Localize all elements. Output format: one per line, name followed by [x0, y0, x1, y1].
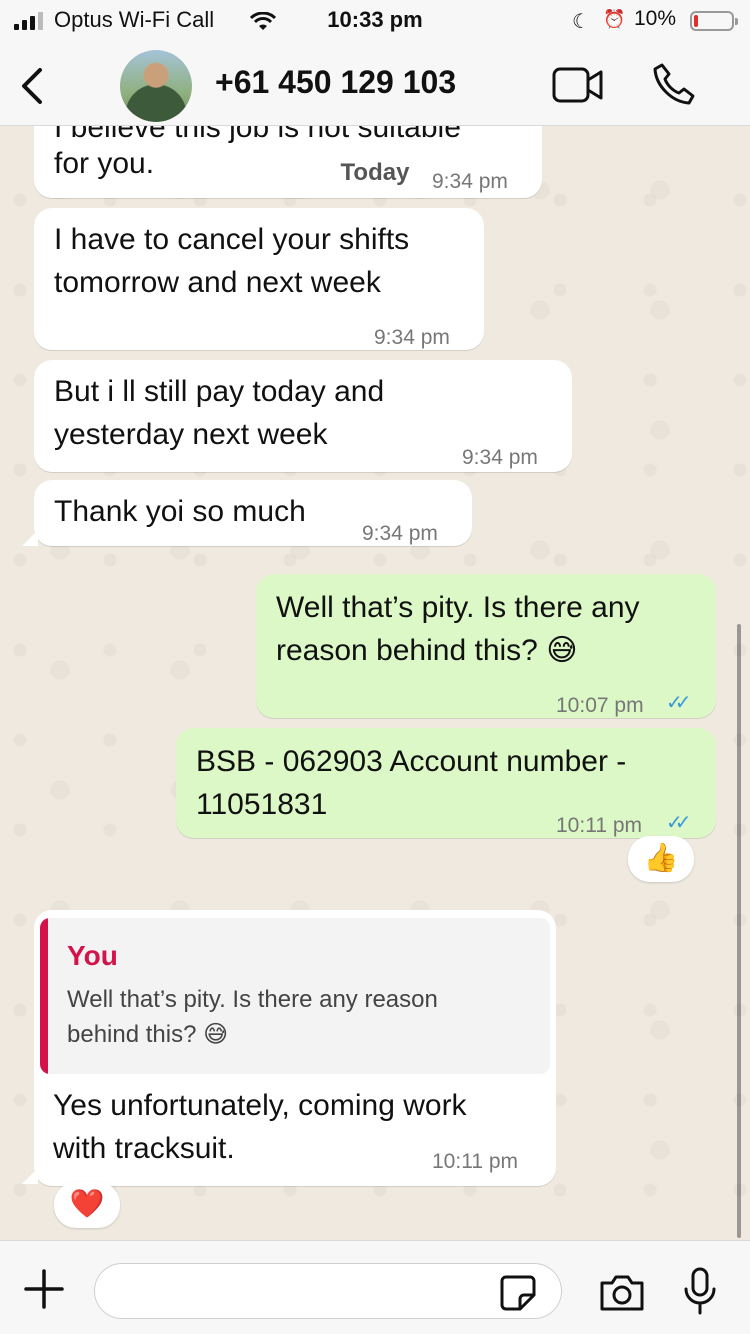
quote-text-line1: Well that’s pity. Is there any reason — [67, 986, 438, 1013]
message-incoming[interactable]: Thank yoi so much 9:34 pm — [34, 480, 472, 546]
camera-icon[interactable] — [598, 1273, 646, 1313]
message-time: 10:11 pm — [556, 814, 642, 837]
message-text-line1: But i ll still pay today and — [54, 375, 385, 408]
read-receipt-icon: ✓✓ — [666, 692, 691, 714]
plus-icon[interactable] — [24, 1269, 64, 1309]
contact-name[interactable]: +61 450 129 103 — [215, 64, 456, 101]
quote-accent-bar — [40, 918, 48, 1074]
reaction-heart[interactable]: ❤️ — [54, 1182, 120, 1228]
message-text-line2: tomorrow and next week — [54, 266, 381, 299]
quote-text-line2: behind this? 😅 — [67, 1021, 229, 1048]
message-time: 10:07 pm — [556, 694, 644, 717]
quoted-reply[interactable]: You Well that’s pity. Is there any reaso… — [40, 918, 550, 1074]
sticker-icon[interactable] — [500, 1275, 536, 1311]
quote-text: Well that’s pity. Is there any reason be… — [67, 982, 537, 1052]
status-bar: Optus Wi-Fi Call 10:33 pm ☾ ⏰ 10% — [0, 0, 750, 44]
bubble-tail — [22, 530, 38, 546]
message-text-line1: BSB - 062903 Account number - — [196, 745, 627, 778]
chat-header: +61 450 129 103 — [0, 44, 750, 126]
do-not-disturb-icon: ☾ — [572, 11, 590, 33]
message-text-line1: Yes unfortunately, coming work — [53, 1089, 467, 1122]
scrollbar[interactable] — [737, 624, 741, 1238]
avatar[interactable] — [120, 50, 192, 122]
alarm-icon: ⏰ — [603, 9, 626, 29]
reaction-thumbs-up[interactable]: 👍 — [628, 836, 694, 882]
message-text-line2: 11051831 — [196, 788, 328, 821]
message-time: 9:34 pm — [362, 522, 438, 545]
message-incoming[interactable]: But i ll still pay today and yesterday n… — [34, 360, 572, 472]
message-text-line1: Well that’s pity. Is there any — [276, 591, 640, 624]
back-icon[interactable] — [16, 66, 48, 106]
message-text-line2: yesterday next week — [54, 418, 328, 451]
message-input[interactable] — [94, 1263, 562, 1319]
bubble-tail — [22, 1168, 38, 1184]
message-text-line1: I have to cancel your shifts — [54, 223, 410, 256]
battery-percentage: 10% — [634, 7, 677, 30]
message-text: Thank yoi so much — [54, 495, 306, 528]
date-divider: Today — [318, 154, 432, 192]
message-time: 10:11 pm — [432, 1150, 518, 1173]
message-incoming[interactable]: I have to cancel your shifts tomorrow an… — [34, 208, 484, 350]
microphone-icon[interactable] — [682, 1267, 718, 1315]
message-text: for you. — [54, 147, 155, 180]
quote-author: You — [67, 940, 118, 971]
message-outgoing[interactable]: BSB - 062903 Account number - 11051831 1… — [176, 728, 716, 838]
message-composer — [0, 1240, 750, 1334]
message-text-line2: reason behind this? 😅 — [276, 634, 578, 667]
message-time: 9:34 pm — [432, 170, 508, 193]
battery-icon — [690, 11, 738, 31]
video-call-icon[interactable] — [552, 66, 604, 104]
message-text-line2: with tracksuit. — [53, 1132, 235, 1165]
phone-call-icon[interactable] — [652, 62, 696, 106]
message-time: 9:34 pm — [374, 326, 450, 349]
message-time: 9:34 pm — [462, 446, 538, 469]
message-outgoing[interactable]: Well that’s pity. Is there any reason be… — [256, 574, 716, 718]
battery-level — [694, 15, 698, 27]
